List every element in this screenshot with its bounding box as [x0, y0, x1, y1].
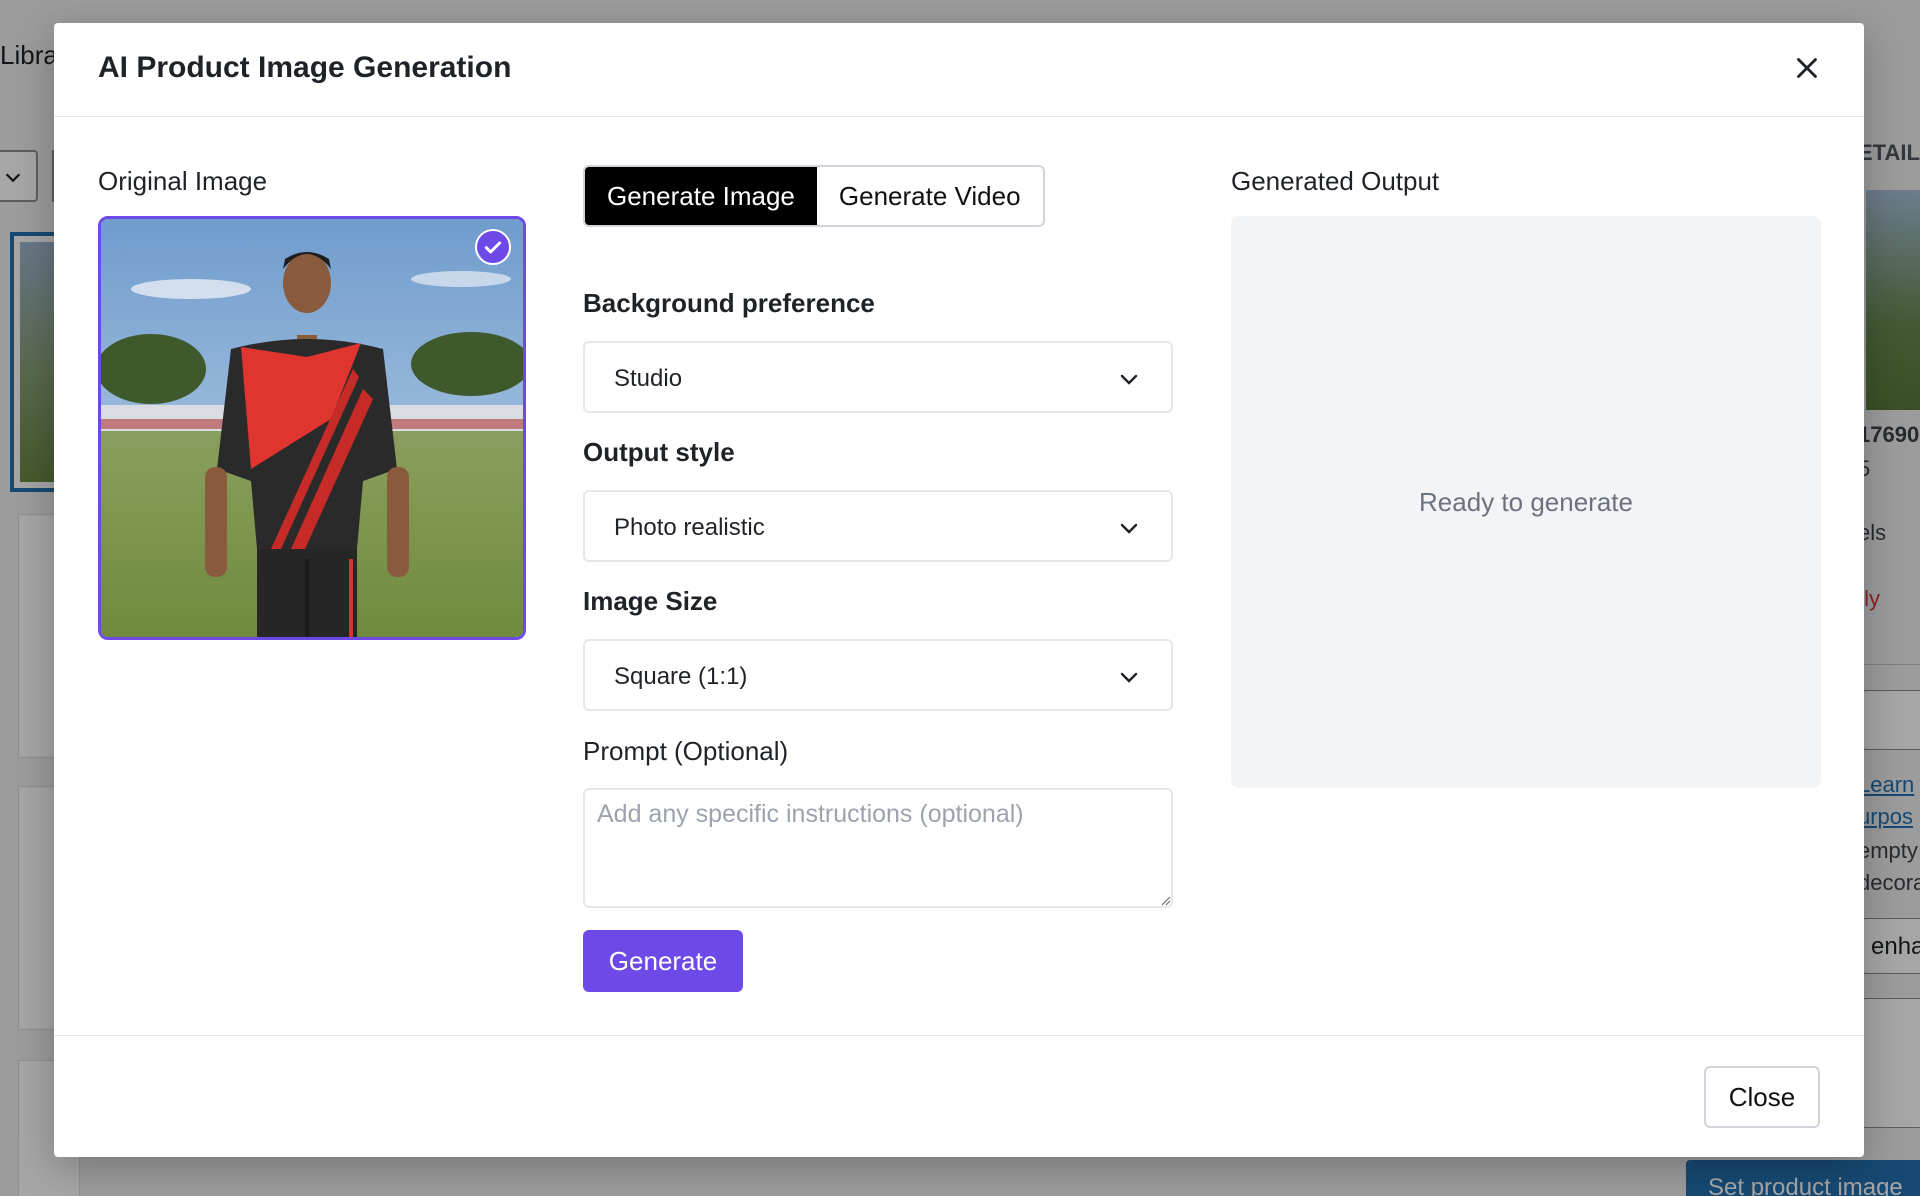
- chevron-down-icon: [1120, 672, 1138, 683]
- image-size-label: Image Size: [583, 586, 718, 616]
- tab-generate-video[interactable]: Generate Video: [816, 167, 1043, 225]
- original-image[interactable]: [98, 216, 526, 640]
- output-style-select[interactable]: Photo realistic: [583, 490, 1173, 562]
- ai-image-generation-modal: AI Product Image Generation Original Ima…: [54, 23, 1864, 1157]
- background-preference-select[interactable]: Studio: [583, 341, 1173, 413]
- generated-output-label: Generated Output: [1231, 166, 1440, 196]
- image-size-select[interactable]: Square (1:1): [583, 639, 1173, 711]
- output-style-value: Photo realistic: [614, 514, 765, 541]
- check-circle-icon: [475, 229, 511, 265]
- chevron-down-icon: [1120, 374, 1138, 385]
- resize-handle-icon[interactable]: [1159, 894, 1171, 906]
- tab-generate-image[interactable]: Generate Image: [585, 167, 817, 225]
- output-status-text: Ready to generate: [1419, 487, 1633, 517]
- modal-footer: Close: [54, 1035, 1864, 1157]
- chevron-down-icon: [1120, 523, 1138, 534]
- modal-title: AI Product Image Generation: [98, 51, 512, 84]
- modal-header: AI Product Image Generation: [54, 23, 1864, 117]
- image-size-value: Square (1:1): [614, 663, 748, 690]
- background-preference-value: Studio: [614, 365, 683, 392]
- prompt-label: Prompt (Optional): [583, 736, 789, 766]
- generate-button[interactable]: Generate: [583, 930, 743, 992]
- product-photo: [101, 219, 523, 637]
- original-image-label: Original Image: [98, 166, 268, 196]
- generated-output-panel: Ready to generate: [1231, 216, 1821, 788]
- close-icon[interactable]: [1790, 51, 1824, 85]
- output-style-label: Output style: [583, 437, 735, 467]
- background-preference-label: Background preference: [583, 288, 875, 318]
- prompt-textarea[interactable]: [583, 788, 1173, 908]
- mode-tabs: Generate Image Generate Video: [583, 165, 1045, 227]
- close-button[interactable]: Close: [1704, 1066, 1820, 1128]
